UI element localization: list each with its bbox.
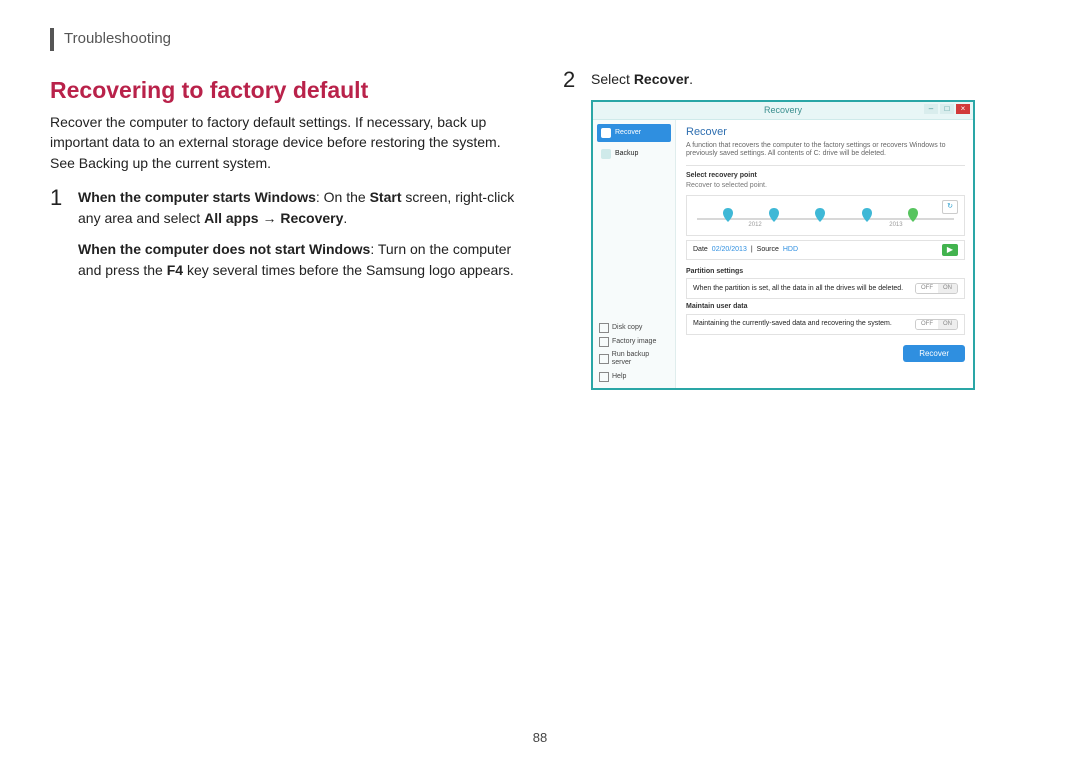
breadcrumb: Troubleshooting [50,28,185,51]
partition-toggle[interactable]: OFF ON [915,283,958,294]
recover-icon [601,128,611,138]
step-1: 1 When the computer starts Windows: On t… [50,187,517,291]
select-recovery-point-label: Select recovery point [686,172,965,180]
window-title: Recovery – □ × [593,102,973,120]
image-icon [599,337,609,347]
page-number: 88 [0,730,1080,745]
section-title: Recovering to factory default [50,77,517,104]
step-2: 2 Select Recover. Recovery – □ × [563,69,1030,390]
recovery-screenshot: Recovery – □ × [591,100,975,390]
sidebar-item-backup[interactable]: Backup [597,145,671,163]
minimize-icon[interactable]: – [924,104,938,114]
timeline[interactable]: ↻ 2012 [686,195,965,236]
s1a-bold: When the computer starts Windows [78,189,316,205]
refresh-icon[interactable]: ↻ [942,200,958,214]
step-number: 2 [563,69,581,390]
partition-settings-label: Partition settings [686,268,965,276]
recover-button[interactable]: Recover [903,345,965,363]
sidebar-link-disk-copy[interactable]: Disk copy [597,321,671,335]
go-icon[interactable]: ▶ [942,244,958,256]
help-icon [599,372,609,382]
backup-icon [601,149,611,159]
select-recovery-point-sub: Recover to selected point. [686,182,965,190]
panel-description: A function that recovers the computer to… [686,142,965,166]
partition-settings-row: When the partition is set, all the data … [686,278,965,299]
sidebar-link-run-backup-server[interactable]: Run backup server [597,349,671,370]
s1b-bold: When the computer does not start Windows [78,241,370,257]
step-number: 1 [50,187,68,291]
sidebar-link-factory-image[interactable]: Factory image [597,335,671,349]
maximize-icon[interactable]: □ [940,104,954,114]
disk-icon [599,323,609,333]
panel-heading: Recover [686,126,965,139]
close-icon[interactable]: × [956,104,970,114]
maintain-toggle[interactable]: OFF ON [915,319,958,330]
maintain-user-data-row: Maintaining the currently-saved data and… [686,314,965,335]
server-icon [599,354,609,364]
maintain-user-data-label: Maintain user data [686,303,965,311]
sidebar-link-help[interactable]: Help [597,370,671,384]
recovery-info-row: Date 02/20/2013 | Source HDD ▶ [686,240,965,260]
section-intro: Recover the computer to factory default … [50,112,517,173]
sidebar-item-recover[interactable]: Recover [597,124,671,142]
